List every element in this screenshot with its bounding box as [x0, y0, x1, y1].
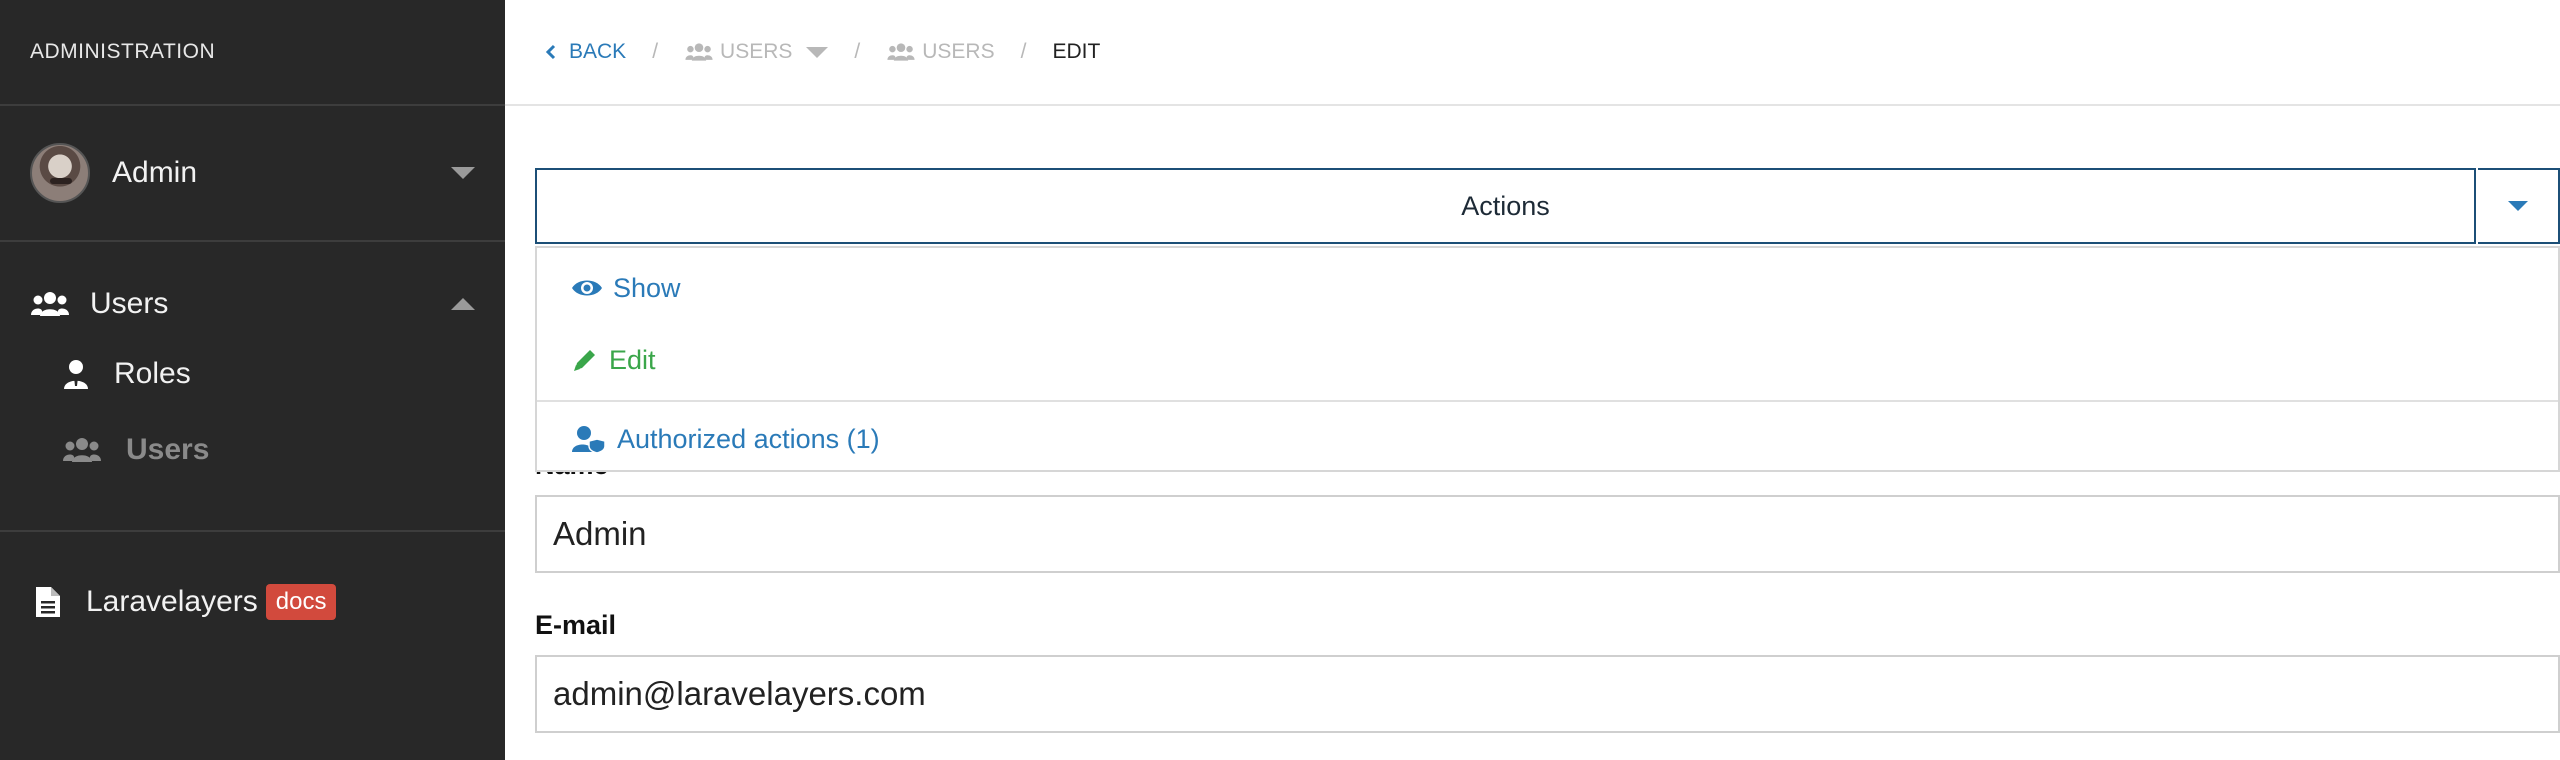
- menu-item-label: Authorized actions (1): [617, 423, 880, 454]
- chevron-down-icon: [451, 167, 475, 179]
- sidebar-item-label: Users: [90, 287, 169, 320]
- breadcrumb-users-dropdown[interactable]: USERS: [684, 40, 829, 64]
- sidebar-item-users[interactable]: Users: [0, 272, 505, 336]
- name-field[interactable]: Admin: [535, 495, 2560, 573]
- actions-dropdown-menu: Show Edit Authorized actions (1): [535, 246, 2560, 472]
- user-name: Admin: [112, 156, 198, 189]
- sidebar-item-roles[interactable]: Roles: [0, 336, 505, 412]
- sidebar-item-label: Roles: [114, 357, 191, 390]
- users-icon: [887, 43, 915, 61]
- back-link[interactable]: BACK: [545, 40, 626, 64]
- chevron-left-icon: [545, 44, 556, 60]
- docs-link-label: Laravelayers: [86, 585, 258, 618]
- users-icon: [685, 43, 713, 61]
- sidebar-item-label: Users: [126, 433, 210, 466]
- breadcrumb-users-label: USERS: [922, 40, 995, 63]
- user-shield-icon: [572, 426, 606, 453]
- chevron-down-icon: [2508, 201, 2528, 211]
- breadcrumb-current: EDIT: [1052, 40, 1101, 63]
- menu-item-label: Show: [613, 272, 681, 303]
- actions-dropdown-toggle[interactable]: [2478, 168, 2560, 244]
- file-icon: [36, 587, 60, 617]
- chevron-down-icon: [806, 46, 829, 58]
- pencil-icon: [574, 350, 595, 371]
- actions-button-group: Actions: [535, 168, 2560, 244]
- main-content: BACK / USERS / USERS / EDIT Actions Name…: [505, 0, 2560, 760]
- chevron-up-icon: [451, 298, 475, 310]
- breadcrumb-users-label: USERS: [720, 40, 793, 63]
- back-label: BACK: [569, 40, 627, 63]
- menu-item-edit[interactable]: Edit: [537, 324, 2558, 396]
- email-label: E-mail: [535, 610, 617, 640]
- sidebar: ADMINISTRATION Admin Users Roles Users L…: [0, 0, 505, 760]
- menu-item-show[interactable]: Show: [537, 252, 2558, 324]
- eye-icon: [572, 280, 602, 296]
- sidebar-menu: Users Roles Users: [0, 242, 505, 532]
- user-menu-toggle[interactable]: Admin: [0, 106, 505, 242]
- users-icon: [30, 290, 70, 318]
- email-field[interactable]: admin@laravelayers.com: [535, 655, 2560, 733]
- avatar: [30, 143, 90, 203]
- sidebar-item-docs[interactable]: Laravelayers docs: [0, 532, 505, 672]
- docs-badge: docs: [265, 584, 337, 620]
- sidebar-title: ADMINISTRATION: [0, 0, 505, 106]
- user-tie-icon: [62, 359, 90, 389]
- users-icon: [62, 436, 102, 464]
- menu-item-label: Edit: [609, 344, 656, 375]
- menu-item-authorized-actions[interactable]: Authorized actions (1): [537, 402, 2558, 476]
- actions-button[interactable]: Actions: [535, 168, 2476, 244]
- breadcrumb-users[interactable]: USERS: [886, 40, 995, 64]
- breadcrumb: BACK / USERS / USERS / EDIT: [505, 0, 2560, 106]
- sidebar-item-users-sub[interactable]: Users: [0, 412, 505, 488]
